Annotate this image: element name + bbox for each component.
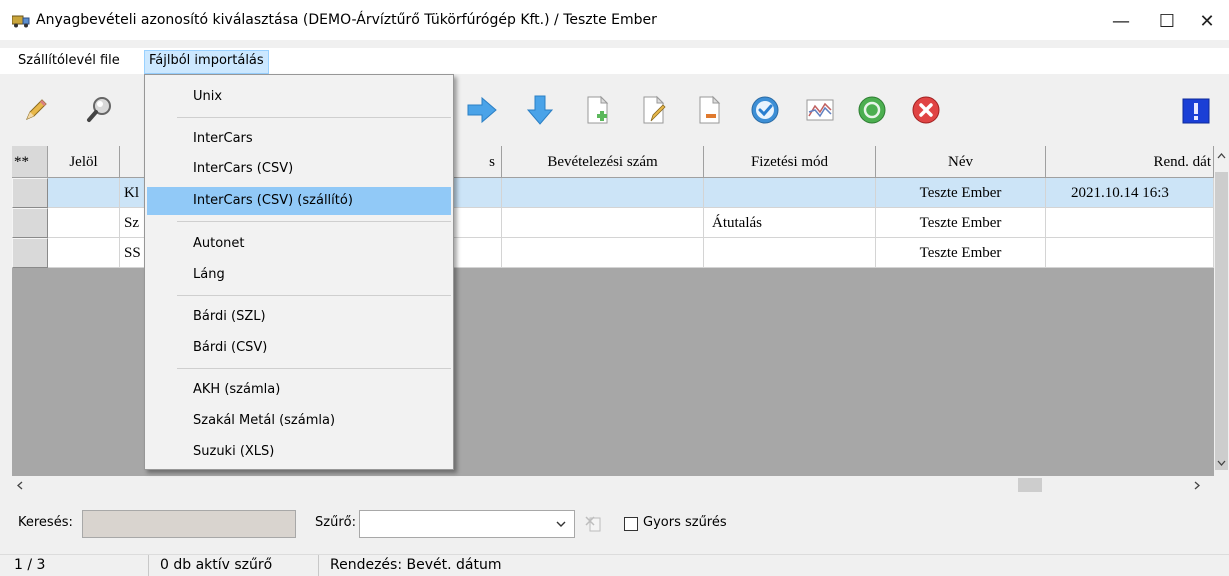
delete-document-button[interactable] bbox=[690, 90, 730, 130]
new-document-button[interactable] bbox=[578, 90, 618, 130]
column-header-jelol[interactable]: Jelöl bbox=[48, 146, 120, 178]
table-cell-jelol[interactable] bbox=[48, 178, 120, 208]
row-header[interactable] bbox=[12, 238, 48, 268]
table-cell-nev[interactable]: Teszte Ember bbox=[876, 238, 1046, 268]
search-input[interactable] bbox=[82, 510, 296, 538]
column-header-rend-datum[interactable]: Rend. dát bbox=[1046, 146, 1214, 178]
menu-szallitolevel-file[interactable]: Szállítólevél file bbox=[14, 50, 124, 72]
document-add-icon bbox=[587, 95, 609, 124]
table-cell-rend-datum[interactable] bbox=[1046, 238, 1214, 268]
column-header-bevetelezesi-szam[interactable]: Bevételezési szám bbox=[502, 146, 704, 178]
scroll-up-icon[interactable] bbox=[1217, 152, 1226, 159]
menu-item-intercars-csv-szallito[interactable]: InterCars (CSV) (szállító) bbox=[147, 187, 451, 215]
menu-item-unix[interactable]: Unix bbox=[147, 83, 451, 111]
document-remove-icon bbox=[699, 95, 721, 124]
menu-item-autonet[interactable]: Autonet bbox=[147, 230, 451, 258]
close-icon: ✕ bbox=[1199, 10, 1215, 32]
clear-filter-icon[interactable] bbox=[584, 515, 606, 533]
accept-button[interactable] bbox=[745, 90, 785, 130]
row-header[interactable] bbox=[12, 178, 48, 208]
edit-document-button[interactable] bbox=[634, 90, 674, 130]
pencil-icon bbox=[26, 99, 47, 120]
menu-separator bbox=[177, 368, 451, 369]
import-dropdown-menu: Unix InterCars InterCars (CSV) InterCars… bbox=[144, 74, 454, 470]
scroll-right-icon[interactable] bbox=[1194, 481, 1201, 490]
status-bar: 1 / 3 0 db aktív szűrő Rendezés: Bevét. … bbox=[0, 554, 1229, 576]
table-cell-jelol[interactable] bbox=[48, 208, 120, 238]
menu-item-bardi-csv[interactable]: Bárdi (CSV) bbox=[147, 334, 451, 362]
scroll-down-icon[interactable] bbox=[1217, 460, 1226, 467]
info-button[interactable] bbox=[1176, 90, 1216, 130]
forward-button[interactable] bbox=[462, 90, 502, 130]
menu-item-suzuki-xls[interactable]: Suzuki (XLS) bbox=[147, 438, 451, 466]
minimize-icon: — bbox=[1112, 10, 1130, 32]
search-bar: Keresés: Szűrő: Gyors szűrés bbox=[0, 504, 1229, 544]
menu-item-intercars-csv[interactable]: InterCars (CSV) bbox=[147, 155, 451, 183]
refresh-button[interactable] bbox=[852, 90, 892, 130]
truck-icon bbox=[12, 15, 30, 28]
menu-separator bbox=[177, 221, 451, 222]
table-cell-bevetelezesi-szam[interactable] bbox=[502, 178, 704, 208]
scroll-left-icon[interactable] bbox=[16, 481, 23, 490]
status-position: 1 / 3 bbox=[14, 557, 46, 573]
chevron-down-icon bbox=[556, 521, 566, 527]
table-cell-bevetelezesi-szam[interactable] bbox=[502, 238, 704, 268]
quick-filter-label: Gyors szűrés bbox=[643, 515, 727, 530]
status-active-filters: 0 db aktív szűrő bbox=[160, 557, 273, 573]
vertical-scrollbar[interactable] bbox=[1214, 146, 1229, 476]
grid-corner: ** bbox=[12, 146, 48, 178]
status-divider bbox=[148, 555, 149, 576]
cancel-button[interactable] bbox=[906, 90, 946, 130]
table-cell-nev[interactable]: Teszte Ember bbox=[876, 208, 1046, 238]
search-button[interactable] bbox=[80, 90, 120, 130]
status-sorting: Rendezés: Bevét. dátum bbox=[330, 557, 502, 573]
title-bar: Anyagbevételi azonosító kiválasztása (DE… bbox=[0, 0, 1229, 40]
filter-select[interactable] bbox=[359, 510, 575, 538]
arrow-right-icon bbox=[467, 96, 497, 124]
menu-item-bardi-szl[interactable]: Bárdi (SZL) bbox=[147, 303, 451, 331]
minimize-button[interactable]: — bbox=[1098, 6, 1144, 36]
column-header-fizetesi-mod[interactable]: Fizetési mód bbox=[704, 146, 876, 178]
down-button[interactable] bbox=[520, 90, 560, 130]
quick-filter-checkbox[interactable] bbox=[624, 517, 638, 531]
menu-separator bbox=[177, 295, 451, 296]
table-cell-nev[interactable]: Teszte Ember bbox=[876, 178, 1046, 208]
info-icon bbox=[1182, 98, 1210, 124]
filter-label: Szűrő: bbox=[315, 515, 356, 530]
document-edit-icon bbox=[643, 95, 666, 124]
table-cell-fizetesi-mod[interactable] bbox=[704, 238, 876, 268]
close-button[interactable]: ✕ bbox=[1184, 6, 1229, 36]
table-cell-fizetesi-mod[interactable] bbox=[704, 178, 876, 208]
menu-fajlbol-importalas[interactable]: Fájlból importálás bbox=[144, 50, 269, 74]
search-label: Keresés: bbox=[18, 515, 73, 530]
table-cell-bevetelezesi-szam[interactable] bbox=[502, 208, 704, 238]
table-cell-jelol[interactable] bbox=[48, 238, 120, 268]
table-cell-rend-datum[interactable]: 2021.10.14 16:3 bbox=[1046, 178, 1214, 208]
chart-icon bbox=[806, 99, 834, 121]
maximize-icon: ☐ bbox=[1158, 10, 1176, 32]
magnifier-icon bbox=[87, 97, 111, 122]
horizontal-scrollbar[interactable] bbox=[12, 476, 1229, 494]
column-header-nev[interactable]: Név bbox=[876, 146, 1046, 178]
chart-button[interactable] bbox=[800, 90, 840, 130]
menu-separator bbox=[177, 117, 451, 118]
table-cell-fizetesi-mod[interactable]: Átutalás bbox=[704, 208, 876, 238]
table-cell-rend-datum[interactable] bbox=[1046, 208, 1214, 238]
refresh-circle-icon bbox=[858, 96, 886, 124]
menu-item-lang[interactable]: Láng bbox=[147, 261, 451, 289]
window-title: Anyagbevételi azonosító kiválasztása (DE… bbox=[36, 12, 657, 28]
menu-bar: Szállítólevél file Fájlból importálás bbox=[0, 48, 1229, 74]
menu-item-szakal-metal-szamla[interactable]: Szakál Metál (számla) bbox=[147, 407, 451, 435]
menu-item-intercars[interactable]: InterCars bbox=[147, 125, 451, 153]
vertical-scroll-thumb[interactable] bbox=[1215, 172, 1228, 470]
edit-button[interactable] bbox=[16, 90, 56, 130]
check-circle-icon bbox=[751, 96, 779, 124]
status-divider bbox=[318, 555, 319, 576]
horizontal-scroll-thumb[interactable] bbox=[1018, 478, 1042, 492]
cancel-circle-icon bbox=[912, 96, 940, 124]
arrow-down-icon bbox=[526, 95, 554, 125]
menu-item-akh-szamla[interactable]: AKH (számla) bbox=[147, 376, 451, 404]
row-header[interactable] bbox=[12, 208, 48, 238]
